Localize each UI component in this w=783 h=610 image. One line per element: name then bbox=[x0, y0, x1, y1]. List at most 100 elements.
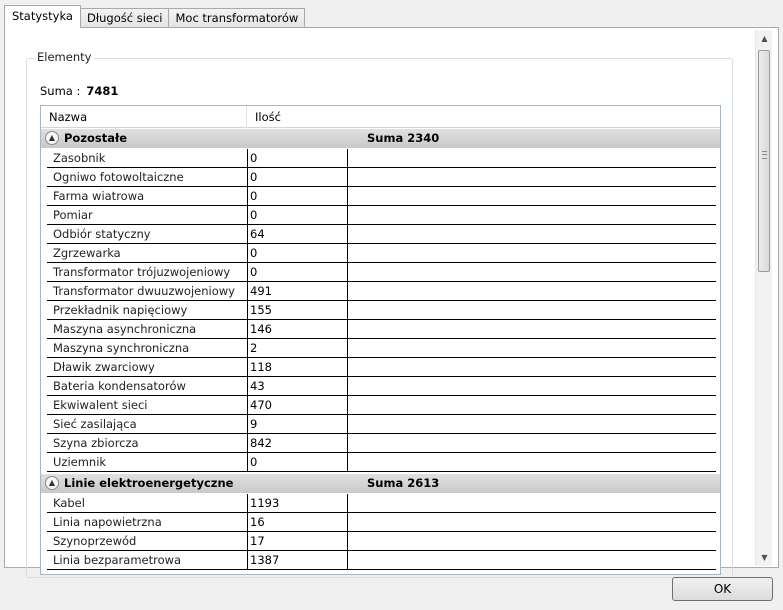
row-blank bbox=[348, 187, 716, 205]
group-row[interactable]: ▲ Pozostałe Suma 2340 bbox=[41, 129, 720, 148]
column-header-qty[interactable]: Ilość bbox=[247, 106, 347, 128]
row-qty: 470 bbox=[247, 396, 348, 414]
row-qty: 146 bbox=[247, 320, 348, 338]
grip-icon bbox=[762, 151, 767, 159]
row-name: Linia napowietrzna bbox=[53, 515, 162, 529]
row-name: Maszyna synchroniczna bbox=[53, 341, 190, 355]
statistics-grid: Nazwa Ilość ▲ Pozostałe Suma 2340 Zasobnik 0… bbox=[40, 105, 721, 575]
row-qty: 1387 bbox=[247, 551, 348, 569]
row-name: Farma wiatrowa bbox=[53, 189, 145, 203]
group-sum: Suma 2340 bbox=[367, 131, 440, 145]
row-blank bbox=[348, 282, 716, 300]
group-row[interactable]: ▲ Linie elektroenergetyczne Suma 2613 bbox=[41, 474, 720, 493]
table-row[interactable]: Ogniwo fotowoltaiczne 0 bbox=[47, 168, 716, 187]
row-name: Zasobnik bbox=[53, 151, 106, 165]
group-sum: Suma 2613 bbox=[367, 476, 440, 490]
row-qty: 0 bbox=[247, 453, 348, 471]
row-name: Przekładnik napięciowy bbox=[53, 303, 188, 317]
tab-dlugosc-sieci[interactable]: Długość sieci bbox=[79, 8, 170, 28]
row-name: Sieć zasilająca bbox=[53, 417, 137, 431]
row-name: Szyna zbiorcza bbox=[53, 436, 139, 450]
row-blank bbox=[348, 396, 716, 414]
row-name: Pomiar bbox=[53, 208, 93, 222]
table-row[interactable]: Dławik zwarciowy 118 bbox=[47, 358, 716, 377]
table-row[interactable]: Maszyna asynchroniczna 146 bbox=[47, 320, 716, 339]
row-qty: 0 bbox=[247, 168, 348, 186]
tab-strip: Statystyka Długość sieci Moc transformat… bbox=[4, 5, 306, 28]
table-row[interactable]: Transformator dwuuzwojeniowy 491 bbox=[47, 282, 716, 301]
table-row[interactable]: Odbiór statyczny 64 bbox=[47, 225, 716, 244]
row-name: Kabel bbox=[53, 496, 85, 510]
row-qty: 0 bbox=[247, 149, 348, 167]
table-row[interactable]: Uziemnik 0 bbox=[47, 453, 716, 472]
table-row[interactable]: Transformator trójuzwojeniowy 0 bbox=[47, 263, 716, 282]
row-name: Transformator dwuuzwojeniowy bbox=[53, 284, 235, 298]
row-blank bbox=[348, 168, 716, 186]
total-value: 7481 bbox=[86, 84, 119, 98]
row-blank bbox=[348, 301, 716, 319]
row-qty: 1193 bbox=[247, 494, 348, 512]
total-summary: Suma : 7481 bbox=[40, 84, 118, 98]
row-qty: 16 bbox=[247, 513, 348, 531]
groupbox-title: Elementy bbox=[34, 50, 95, 64]
table-row[interactable]: Bateria kondensatorów 43 bbox=[47, 377, 716, 396]
table-row[interactable]: Kabel 1193 bbox=[47, 494, 716, 513]
table-row[interactable]: Pomiar 0 bbox=[47, 206, 716, 225]
row-name: Bateria kondensatorów bbox=[53, 379, 186, 393]
row-qty: 43 bbox=[247, 377, 348, 395]
row-name: Ogniwo fotowoltaiczne bbox=[53, 170, 184, 184]
row-qty: 2 bbox=[247, 339, 348, 357]
row-name: Uziemnik bbox=[53, 455, 107, 469]
row-blank bbox=[348, 532, 716, 550]
row-blank bbox=[348, 149, 716, 167]
row-name: Zgrzewarka bbox=[53, 246, 121, 260]
table-row[interactable]: Farma wiatrowa 0 bbox=[47, 187, 716, 206]
row-qty: 0 bbox=[247, 263, 348, 281]
row-name: Maszyna asynchroniczna bbox=[53, 322, 197, 336]
scroll-up-icon[interactable]: ▲ bbox=[756, 30, 773, 47]
row-name: Linia bezparametrowa bbox=[53, 553, 182, 567]
table-row[interactable]: Przekładnik napięciowy 155 bbox=[47, 301, 716, 320]
row-blank bbox=[348, 415, 716, 433]
row-blank bbox=[348, 494, 716, 512]
row-blank bbox=[348, 263, 716, 281]
row-blank bbox=[348, 225, 716, 243]
table-row[interactable]: Sieć zasilająca 9 bbox=[47, 415, 716, 434]
table-row[interactable]: Szyna zbiorcza 842 bbox=[47, 434, 716, 453]
scroll-down-icon[interactable]: ▼ bbox=[756, 549, 773, 566]
total-label: Suma : bbox=[40, 84, 81, 98]
grid-header: Nazwa Ilość bbox=[41, 106, 720, 128]
table-row[interactable]: Linia bezparametrowa 1387 bbox=[47, 551, 716, 570]
vertical-scrollbar[interactable]: ▲ ▼ bbox=[755, 30, 772, 566]
row-blank bbox=[348, 320, 716, 338]
collapse-icon[interactable]: ▲ bbox=[45, 131, 59, 145]
tab-moc-transformatorow[interactable]: Moc transformatorów bbox=[168, 8, 306, 28]
group-name: Linie elektroenergetyczne bbox=[64, 476, 234, 490]
table-row[interactable]: Zgrzewarka 0 bbox=[47, 244, 716, 263]
row-qty: 0 bbox=[247, 206, 348, 224]
row-name: Dławik zwarciowy bbox=[53, 360, 155, 374]
row-qty: 155 bbox=[247, 301, 348, 319]
row-qty: 0 bbox=[247, 244, 348, 262]
table-row[interactable]: Linia napowietrzna 16 bbox=[47, 513, 716, 532]
tab-panel-statystyka: Elementy Suma : 7481 Nazwa Ilość ▲ Pozosta… bbox=[4, 27, 779, 578]
ok-button[interactable]: OK bbox=[672, 577, 773, 601]
row-blank bbox=[348, 358, 716, 376]
row-name: Odbiór statyczny bbox=[53, 227, 151, 241]
column-header-name[interactable]: Nazwa bbox=[41, 106, 247, 128]
scroll-thumb[interactable] bbox=[758, 50, 770, 272]
row-blank bbox=[348, 339, 716, 357]
row-qty: 491 bbox=[247, 282, 348, 300]
table-row[interactable]: Ekwiwalent sieci 470 bbox=[47, 396, 716, 415]
row-qty: 64 bbox=[247, 225, 348, 243]
table-row[interactable]: Maszyna synchroniczna 2 bbox=[47, 339, 716, 358]
row-name: Szynoprzewód bbox=[53, 534, 137, 548]
table-row[interactable]: Zasobnik 0 bbox=[47, 149, 716, 168]
table-row[interactable]: Szynoprzewód 17 bbox=[47, 532, 716, 551]
row-qty: 842 bbox=[247, 434, 348, 452]
row-blank bbox=[348, 377, 716, 395]
tab-statystyka[interactable]: Statystyka bbox=[4, 5, 81, 28]
elements-groupbox: Elementy Suma : 7481 Nazwa Ilość ▲ Pozosta… bbox=[26, 50, 733, 578]
collapse-icon[interactable]: ▲ bbox=[45, 476, 59, 490]
group-name: Pozostałe bbox=[64, 131, 128, 145]
